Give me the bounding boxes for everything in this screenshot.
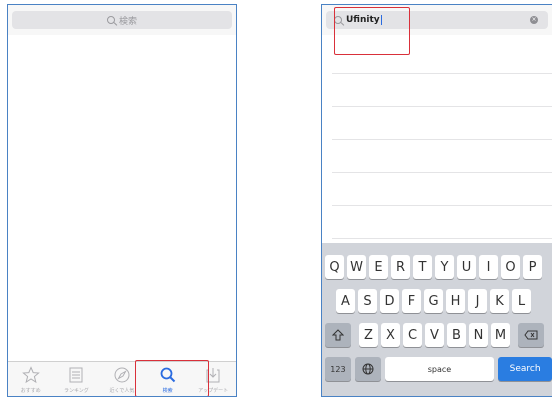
space-key[interactable]: space [384, 357, 495, 381]
search-field[interactable]: 検索 [12, 11, 232, 29]
key-g[interactable]: G [424, 289, 443, 313]
keyboard-row-3: ZXCVBNM [325, 323, 552, 347]
list-icon [67, 366, 85, 384]
tab-label: 近くで人気 [109, 388, 135, 394]
key-n[interactable]: N [469, 323, 488, 347]
keyboard-row-4: 123 space Search [325, 357, 552, 381]
tab-ranking[interactable]: ランキング [54, 362, 100, 396]
key-s[interactable]: S [358, 289, 377, 313]
search-placeholder: 検索 [118, 16, 137, 27]
delete-key[interactable] [518, 323, 544, 347]
search-icon [106, 16, 115, 24]
key-p[interactable]: P [523, 255, 542, 279]
backspace-icon [524, 330, 538, 340]
key-m[interactable]: M [491, 323, 510, 347]
left-phone-screen: 検索 おすすめ ランキング 近くで人気 検索 アップデート [7, 4, 237, 397]
shift-key[interactable] [325, 323, 351, 347]
highlight-search-tab [135, 360, 209, 396]
key-e[interactable]: E [369, 255, 388, 279]
key-q[interactable]: Q [325, 255, 344, 279]
list-item [332, 107, 552, 140]
key-w[interactable]: W [347, 255, 366, 279]
clear-icon[interactable]: × [530, 16, 538, 24]
globe-key[interactable] [354, 357, 381, 381]
compass-icon [113, 366, 131, 384]
key-z[interactable]: Z [359, 323, 378, 347]
key-i[interactable]: I [479, 255, 498, 279]
key-l[interactable]: L [512, 289, 531, 313]
key-h[interactable]: H [446, 289, 465, 313]
search-key[interactable]: Search [498, 357, 552, 381]
list-item [332, 74, 552, 107]
keyboard-row-2: ASDFGHJKL [336, 289, 552, 313]
results-list [332, 41, 552, 239]
numbers-key[interactable]: 123 [325, 357, 351, 381]
tab-label: ランキング [63, 388, 89, 394]
search-bar-area: 検索 [8, 5, 236, 35]
globe-icon [362, 363, 374, 375]
keyboard-row-3-letters: ZXCVBNM [359, 323, 513, 347]
shift-icon [332, 329, 344, 341]
key-o[interactable]: O [501, 255, 520, 279]
star-icon [21, 366, 40, 384]
key-r[interactable]: R [391, 255, 410, 279]
key-t[interactable]: T [413, 255, 432, 279]
key-b[interactable]: B [447, 323, 466, 347]
key-k[interactable]: K [490, 289, 509, 313]
key-x[interactable]: X [381, 323, 400, 347]
key-v[interactable]: V [425, 323, 444, 347]
keyboard: QWERTYUIOP ASDFGHJKL ZXCVBNM 123 space S… [322, 243, 552, 396]
key-u[interactable]: U [457, 255, 476, 279]
key-j[interactable]: J [468, 289, 487, 313]
right-phone-screen: Ufinity × QWERTYUIOP ASDFGHJKL ZXCVBNM 1… [321, 4, 552, 397]
key-a[interactable]: A [336, 289, 355, 313]
key-d[interactable]: D [380, 289, 399, 313]
key-f[interactable]: F [402, 289, 421, 313]
list-item [332, 206, 552, 239]
tab-featured[interactable]: おすすめ [8, 362, 54, 396]
list-item [332, 173, 552, 206]
key-c[interactable]: C [403, 323, 422, 347]
tab-label: おすすめ [20, 388, 41, 394]
list-item [332, 41, 552, 74]
keyboard-row-1: QWERTYUIOP [325, 255, 552, 279]
list-item [332, 140, 552, 173]
key-y[interactable]: Y [435, 255, 454, 279]
